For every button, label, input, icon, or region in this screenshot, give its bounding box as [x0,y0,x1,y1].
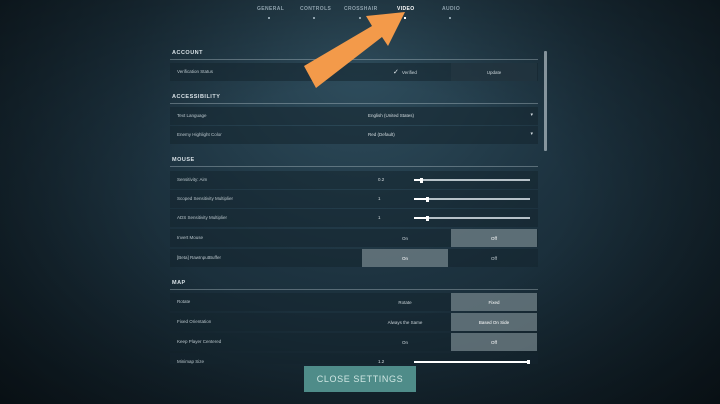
close-settings-button[interactable]: CLOSE SETTINGS [304,366,416,392]
pointer-arrow-shape [304,12,405,88]
pointer-arrow [304,12,405,88]
